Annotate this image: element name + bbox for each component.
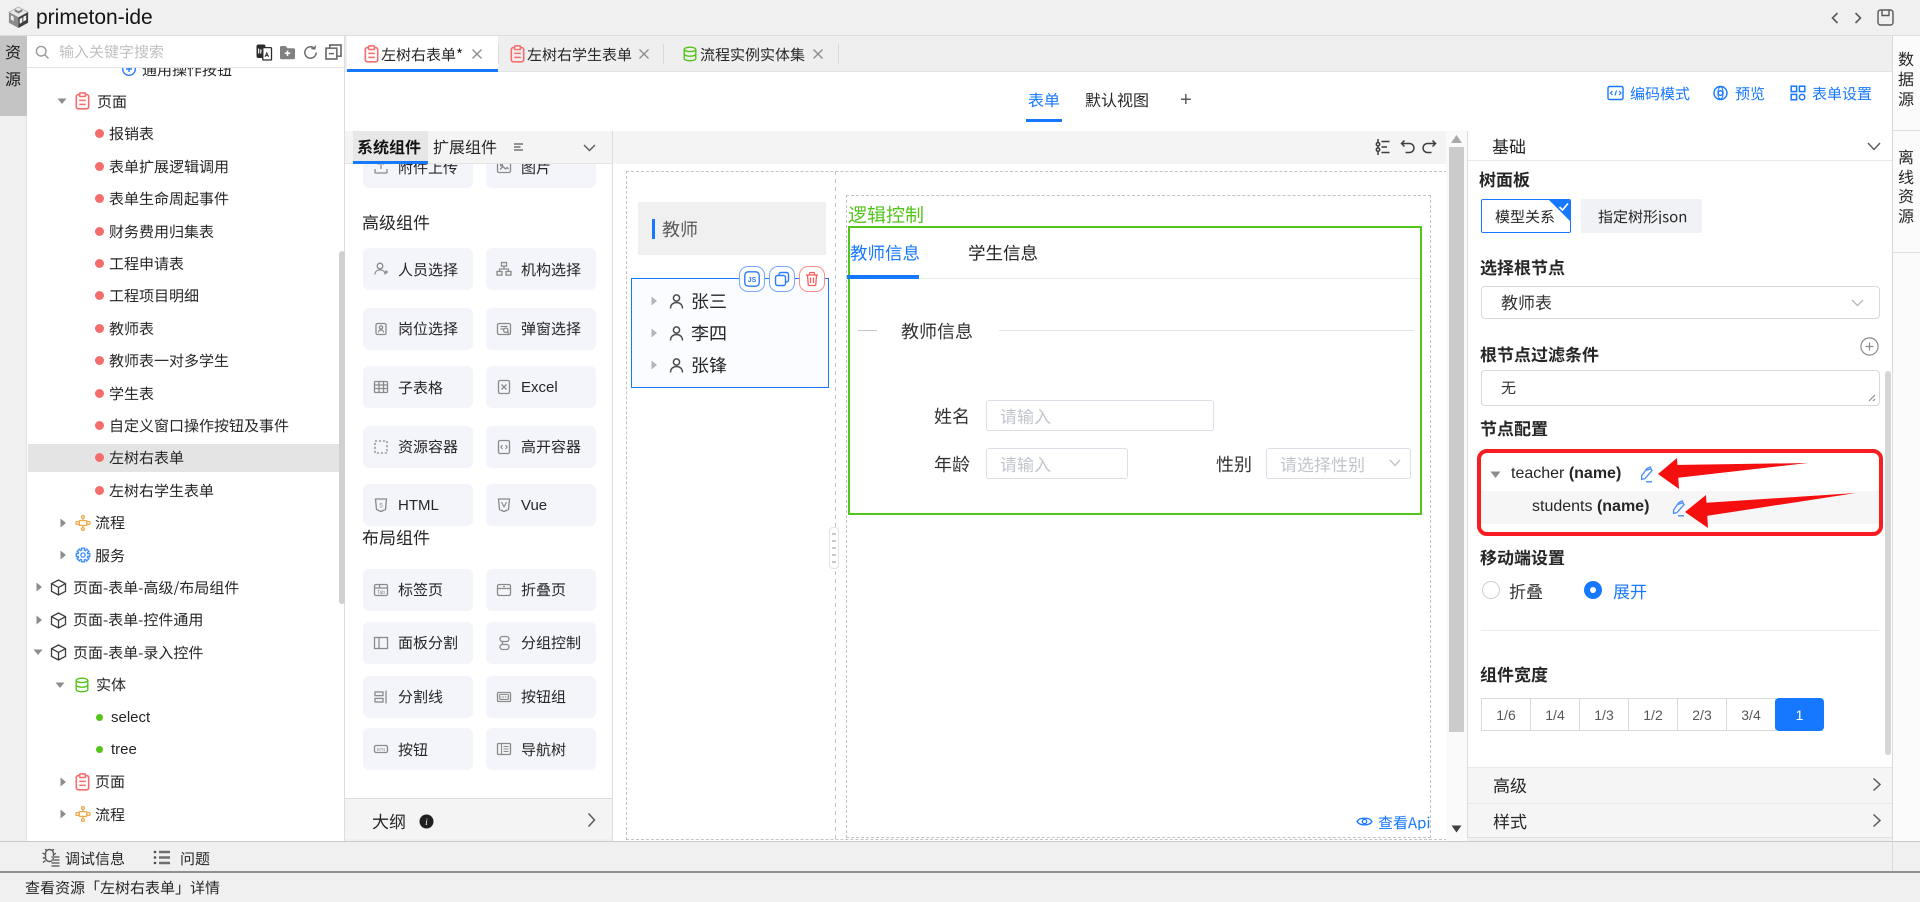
svg-text:i: i: [425, 818, 428, 828]
svg-text:Tab: Tab: [377, 590, 385, 596]
svg-text:5: 5: [379, 503, 383, 510]
svg-text:BTN: BTN: [377, 747, 385, 752]
svg-text:BTN: BTN: [500, 695, 508, 699]
svg-text:JS: JS: [748, 277, 757, 284]
